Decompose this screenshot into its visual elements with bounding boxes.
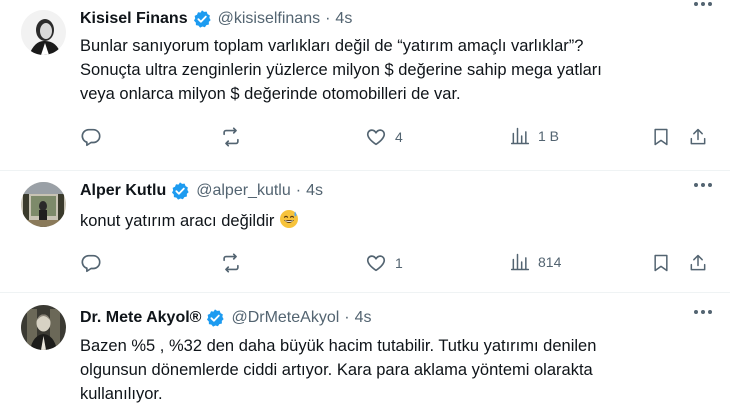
- analytics-icon: [510, 126, 530, 146]
- reply-button[interactable]: [80, 252, 102, 274]
- repost-button[interactable]: [220, 126, 242, 148]
- tweet-3[interactable]: Dr. Mete Akyol® @DrMeteAkyol · 4s Bazen …: [0, 293, 730, 420]
- bookmark-button[interactable]: [651, 252, 671, 274]
- tweet-text-line: konut yatırım aracı değildir: [80, 212, 275, 230]
- tweet-text-line: Bunlar sanıyorum toplam varlıkları değil…: [80, 37, 584, 55]
- share-button[interactable]: [688, 126, 708, 148]
- author-name[interactable]: Alper Kutlu: [80, 182, 166, 200]
- view-count: 814: [538, 254, 562, 270]
- tweet-text: Bazen %5 , %32 den daha büyük hacim tuta…: [80, 334, 710, 406]
- analytics-icon: [510, 252, 530, 272]
- author-name[interactable]: Kisisel Finans: [80, 10, 188, 28]
- tweet-1[interactable]: Kisisel Finans @kisiselfinans · 4s Bunla…: [0, 0, 730, 170]
- tweet-text: Bunlar sanıyorum toplam varlıkları değil…: [80, 34, 710, 106]
- author-handle[interactable]: @DrMeteAkyol: [231, 309, 339, 327]
- author-handle[interactable]: @alper_kutlu: [196, 182, 291, 200]
- view-count: 1 B: [538, 128, 560, 144]
- more-options-icon[interactable]: [694, 2, 712, 6]
- tweet-2[interactable]: Alper Kutlu @alper_kutlu · 4s konut yatı…: [0, 171, 730, 291]
- like-count: 1: [395, 255, 403, 271]
- tweet-text-line: veya onlarca milyon $ değerinde otomobil…: [80, 85, 461, 103]
- share-button[interactable]: [688, 252, 708, 274]
- separator-dot: ·: [325, 10, 331, 27]
- reply-icon: [80, 252, 102, 274]
- tweet-actions: 1 814: [80, 252, 710, 276]
- repost-button[interactable]: [220, 252, 242, 274]
- avatar[interactable]: [21, 305, 66, 350]
- share-icon: [688, 126, 708, 148]
- author-handle[interactable]: @kisiselfinans: [218, 10, 321, 28]
- like-count: 4: [395, 129, 403, 145]
- verified-badge-icon[interactable]: [205, 308, 225, 328]
- heart-icon: [365, 126, 387, 148]
- views-button[interactable]: 1 B: [510, 126, 559, 146]
- bookmark-button[interactable]: [651, 126, 671, 148]
- reply-icon: [80, 126, 102, 148]
- avatar[interactable]: [21, 10, 66, 55]
- timestamp[interactable]: 4s: [306, 182, 323, 200]
- tweet-text: konut yatırım aracı değildir: [80, 209, 710, 233]
- verified-badge-icon[interactable]: [192, 9, 212, 29]
- more-options-icon[interactable]: [694, 310, 712, 314]
- separator-dot: ·: [344, 309, 350, 326]
- bookmark-icon: [651, 252, 671, 274]
- author-name[interactable]: Dr. Mete Akyol®: [80, 309, 201, 327]
- like-button[interactable]: 4: [365, 126, 403, 148]
- avatar[interactable]: [21, 182, 66, 227]
- timestamp[interactable]: 4s: [355, 309, 372, 327]
- repost-icon: [220, 252, 242, 274]
- timestamp[interactable]: 4s: [335, 10, 352, 28]
- heart-icon: [365, 252, 387, 274]
- repost-icon: [220, 126, 242, 148]
- bookmark-icon: [651, 126, 671, 148]
- tweet-text-line: olgunsun dönemlerde ciddi artıyor. Kara …: [80, 361, 593, 379]
- sweat-smile-emoji-icon: [279, 209, 299, 229]
- like-button[interactable]: 1: [365, 252, 403, 274]
- tweet-text-line: Sonuçta ultra zenginlerin yüzlerce milyo…: [80, 61, 602, 79]
- tweet-text-line: kullanılıyor.: [80, 385, 163, 403]
- more-options-icon[interactable]: [694, 183, 712, 187]
- share-icon: [688, 252, 708, 274]
- separator-dot: ·: [295, 182, 302, 199]
- tweet-actions: 4 1 B: [80, 126, 710, 150]
- views-button[interactable]: 814: [510, 252, 561, 272]
- tweet-text-line: Bazen %5 , %32 den daha büyük hacim tuta…: [80, 337, 597, 355]
- reply-button[interactable]: [80, 126, 102, 148]
- verified-badge-icon[interactable]: [170, 181, 190, 201]
